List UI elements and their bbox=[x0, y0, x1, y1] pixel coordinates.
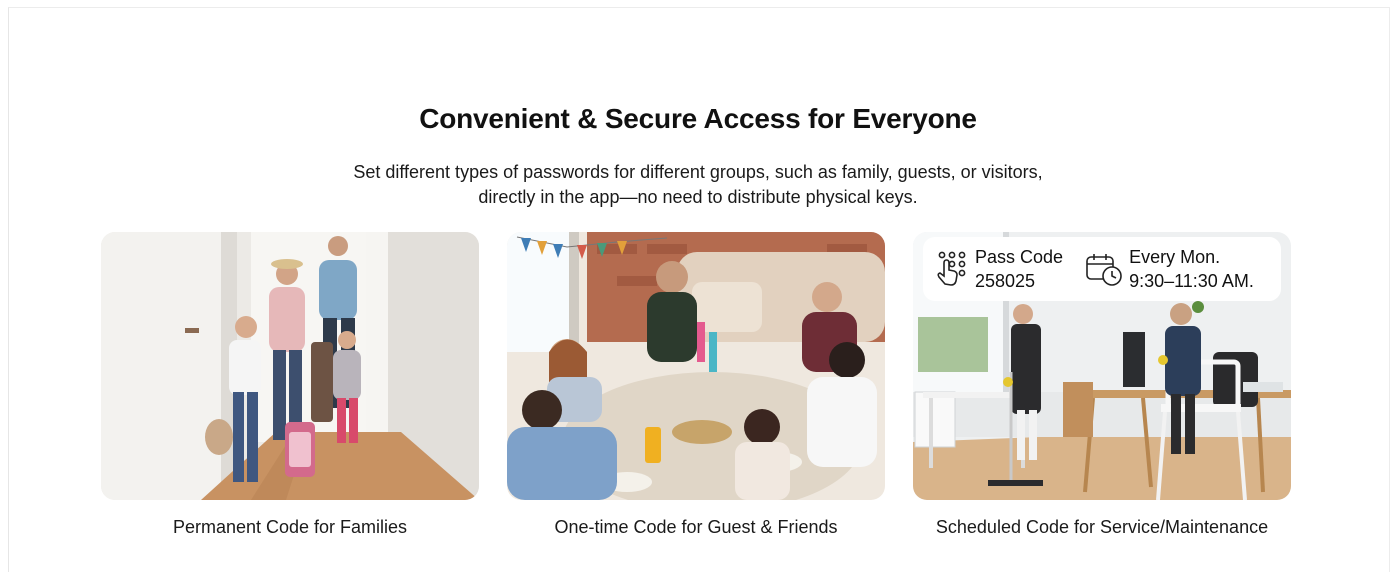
section-title: Convenient & Secure Access for Everyone bbox=[419, 103, 977, 134]
card-caption: Scheduled Code for Service/Maintenance bbox=[935, 517, 1269, 537]
subtitle-line-1: Set different types of passwords for dif… bbox=[353, 162, 1043, 182]
family-photo bbox=[101, 232, 479, 500]
card-scheduled-code: Pass Code 258025 Every Mon. 9:30–11:30 A… bbox=[913, 232, 1291, 538]
subtitle-line-2: directly in the app—no need to distribut… bbox=[478, 187, 918, 207]
schedule-time: 9:30–11:30 AM. bbox=[1129, 271, 1254, 291]
schedule-item: Every Mon. 9:30–11:30 AM. bbox=[1085, 245, 1254, 293]
friends-photo bbox=[507, 232, 885, 500]
calendar-clock-icon bbox=[1085, 251, 1123, 287]
schedule-overlay: Pass Code 258025 Every Mon. 9:30–11:30 A… bbox=[923, 237, 1281, 301]
schedule-day: Every Mon. bbox=[1129, 247, 1221, 267]
card-permanent-code: Permanent Code for Families bbox=[101, 232, 479, 538]
pass-code-item: Pass Code 258025 bbox=[935, 245, 1063, 293]
card-caption: One-time Code for Guest & Friends bbox=[554, 517, 838, 537]
service-photo: Pass Code 258025 Every Mon. 9:30–11:30 A… bbox=[913, 232, 1291, 500]
pass-code-value: 258025 bbox=[975, 271, 1036, 291]
card-caption: Permanent Code for Families bbox=[172, 517, 408, 537]
keypad-touch-icon bbox=[935, 250, 969, 288]
access-cards: Permanent Code for Families One-time Cod… bbox=[101, 232, 1291, 538]
pass-code-label: Pass Code bbox=[975, 247, 1064, 267]
section-subtitle: Set different types of passwords for dif… bbox=[0, 160, 1396, 210]
friends-illustration bbox=[507, 232, 885, 500]
family-illustration bbox=[101, 232, 479, 500]
card-one-time-code: One-time Code for Guest & Friends bbox=[507, 232, 885, 538]
